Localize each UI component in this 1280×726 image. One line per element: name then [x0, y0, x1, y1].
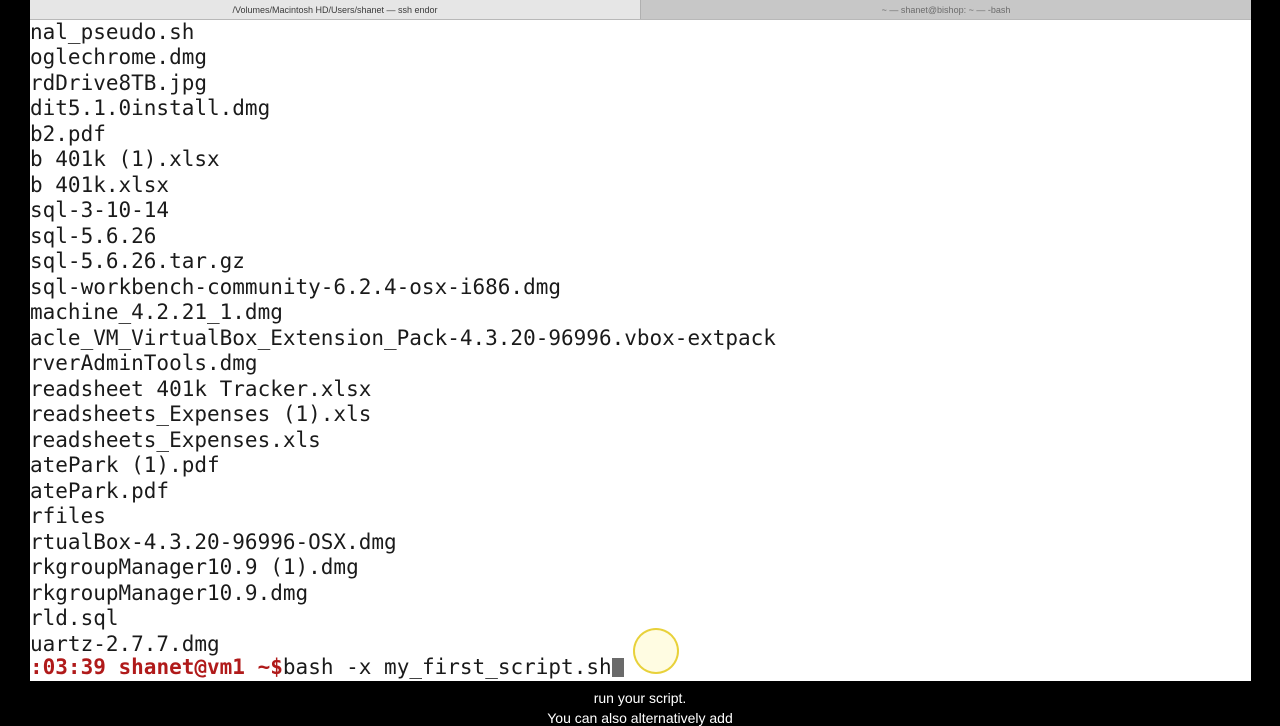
prompt-line[interactable]: :03:39 shanet@vm1 ~$bash -x my_first_scr… — [30, 655, 624, 680]
terminal-output-line: sql-5.6.26.tar.gz — [30, 249, 245, 273]
subtitle-caption: run your script. You can also alternativ… — [0, 681, 1280, 726]
prompt-path: ~$ — [257, 655, 283, 679]
prompt-user-host: shanet@vm1 — [118, 655, 245, 679]
terminal-output-line: rverAdminTools.dmg — [30, 351, 258, 375]
terminal-output-line: nal_pseudo.sh — [30, 19, 195, 44]
mouse-click-highlight — [633, 628, 679, 674]
right-letterbox — [1251, 0, 1280, 720]
tab-ssh-endor[interactable]: /Volumes/Macintosh HD/Users/shanet — ssh… — [30, 0, 640, 19]
terminal-output-line: sql-workbench-community-6.2.4-osx-i686.d… — [30, 274, 562, 299]
command-input[interactable]: bash -x my_first_script.sh — [283, 655, 612, 679]
left-letterbox — [0, 0, 30, 720]
terminal-output-line: dit5.1.0install.dmg — [30, 96, 271, 120]
caption-line-1: run your script. — [593, 690, 687, 706]
text-cursor — [611, 658, 624, 677]
terminal-output-line: rld.sql — [30, 606, 119, 630]
terminal-output: nal_pseudo.sh oglechrome.dmg rdDrive8TB.jp… — [30, 20, 776, 658]
terminal-output-line: atePark (1).pdf — [30, 453, 220, 477]
caption-line-2: You can also alternatively add — [547, 710, 733, 726]
terminal-output-line: sql-5.6.26 — [30, 223, 157, 248]
terminal-output-line: acle_VM_VirtualBox_Extension_Pack-4.3.20… — [30, 325, 776, 350]
terminal-output-line: readsheets_Expenses.xls — [30, 427, 321, 452]
terminal-output-line: atePark.pdf — [30, 478, 170, 503]
terminal-output-line: rkgroupManager10.9 (1).dmg — [30, 555, 359, 579]
terminal-output-line: b 401k.xlsx — [30, 172, 170, 197]
terminal-output-line: rfiles — [30, 504, 106, 528]
terminal-tab-bar: /Volumes/Macintosh HD/Users/shanet — ssh… — [30, 0, 1251, 20]
terminal-window[interactable]: /Volumes/Macintosh HD/Users/shanet — ssh… — [30, 0, 1251, 681]
terminal-output-line: b2.pdf — [30, 121, 106, 146]
tab-bishop-bash[interactable]: ~ — shanet@bishop: ~ — -bash — [640, 0, 1251, 19]
terminal-output-line: readsheet 401k Tracker.xlsx — [30, 376, 372, 401]
prompt-time: :03:39 — [30, 655, 106, 679]
terminal-output-line: oglechrome.dmg — [30, 45, 208, 69]
terminal-output-line: rtualBox-4.3.20-96996-OSX.dmg — [30, 529, 397, 554]
terminal-output-line: rdDrive8TB.jpg — [30, 70, 208, 95]
terminal-output-line: b 401k (1).xlsx — [30, 147, 220, 171]
terminal-output-line: readsheets_Expenses (1).xls — [30, 402, 372, 426]
terminal-output-line: rkgroupManager10.9.dmg — [30, 580, 309, 605]
terminal-output-line: sql-3-10-14 — [30, 198, 170, 222]
terminal-output-line: machine_4.2.21_1.dmg — [30, 300, 283, 324]
